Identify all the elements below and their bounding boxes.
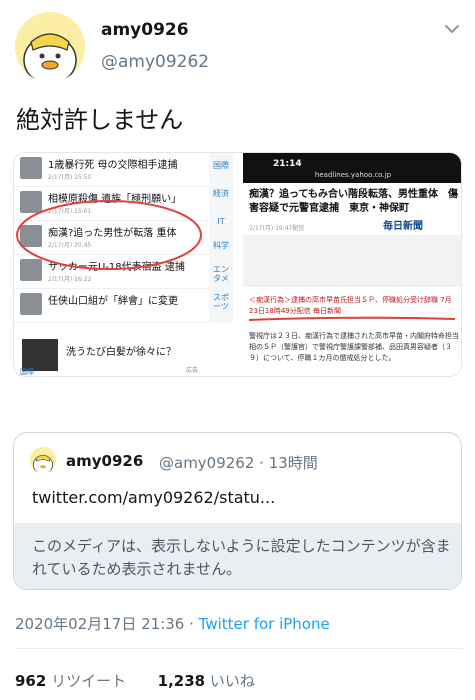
retweet-count[interactable]: 962: [15, 672, 46, 690]
separator-dot: ·: [184, 615, 199, 633]
news-title: 1歳暴行死 母の交際相手逮捕: [48, 160, 178, 171]
chevron-down-icon[interactable]: [443, 20, 461, 38]
news-list-screenshot[interactable]: 1歳暴行死 母の交際相手逮捕 2/17(月) 15:50 相模原殺傷 遺族「極刑…: [14, 153, 233, 376]
news-row: 1歳暴行死 母の交際相手逮捕 2/17(月) 15:50: [14, 153, 209, 187]
sensitive-media-notice: このメディアは、表示しないように設定したコンテンツが含まれているため表示されませ…: [14, 523, 461, 589]
quoted-link[interactable]: twitter.com/amy09262/statu...: [32, 488, 275, 507]
tweet-timestamp: 2020年02月17日 21:36: [15, 615, 185, 633]
news-row: 任侠山口組が「絆會」に変更: [14, 289, 209, 323]
category-tab: 国際: [213, 161, 229, 170]
category-tab: エンタメ: [213, 265, 229, 283]
tweet-header: amy0926 @amy09262: [0, 0, 475, 90]
publisher-logo: 毎日新聞: [383, 221, 423, 232]
news-meta: 2/17(月) 15:50: [48, 174, 92, 181]
like-count[interactable]: 1,238: [158, 672, 205, 690]
author-handle[interactable]: @amy09262: [101, 52, 209, 72]
red-circle-annotation-icon: [16, 200, 202, 270]
duck-avatar-icon: [30, 447, 56, 473]
news-thumbnail: [20, 293, 42, 315]
news-meta: 2/17(月) 16:22: [48, 276, 92, 283]
article-screenshot[interactable]: 21:14 headlines.yahoo.co.jp 痴漢？追ってもみ合い階段…: [243, 153, 461, 376]
tweet-source-link[interactable]: Twitter for iPhone: [199, 615, 330, 633]
phone-url: headlines.yahoo.co.jp: [314, 171, 392, 179]
red-underline-annotation-icon: [248, 316, 456, 321]
article-divider: [243, 235, 461, 287]
tweet-text: 絶対許しません: [16, 106, 184, 134]
category-tab: 経済: [213, 189, 229, 198]
article-subhead: ＜痴漢行為＞逮捕の高市早苗氏担当ＳＰ、停職処分受け辞職 7月23日18時49分配…: [249, 296, 452, 315]
category-tab: スポーツ: [213, 293, 229, 311]
article-date: 2/17(月) 19:47配信: [249, 225, 305, 232]
tweet-timestamp-line: 2020年02月17日 21:36 · Twitter for iPhone: [15, 613, 330, 634]
duck-avatar-icon: [15, 12, 85, 82]
quoted-handle-time: @amy09262 · 13時間: [159, 454, 318, 472]
news-thumbnail: [20, 157, 42, 179]
author-display-name[interactable]: amy0926: [101, 20, 189, 40]
phone-time: 21:14: [273, 159, 302, 169]
retweet-label[interactable]: リツイート: [51, 672, 126, 690]
phone-status-bar: 21:14 headlines.yahoo.co.jp: [243, 153, 461, 183]
article-title: 痴漢？追ってもみ合い階段転落、男性重体 傷害容疑で元警官逮捕 東京・神保町: [249, 189, 458, 214]
category-tab: 科学: [213, 241, 229, 250]
news-title: 任侠山口組が「絆會」に変更: [48, 296, 178, 307]
bottom-tab: 国際: [20, 368, 34, 376]
ad-row: 洗うたび白髪が徐々に？ 広告: [14, 335, 233, 375]
quoted-avatar: [30, 447, 56, 473]
ad-label: 広告: [186, 367, 199, 374]
category-tab: IT: [217, 217, 225, 226]
avatar[interactable]: [15, 12, 85, 82]
tweet-media[interactable]: 1歳暴行死 母の交際相手逮捕 2/17(月) 15:50 相模原殺傷 遺族「極刑…: [13, 152, 462, 377]
ad-title: 洗うたび白髪が徐々に？: [66, 347, 176, 358]
tweet-stats: 962 リツイート 1,238 いいね: [15, 670, 255, 691]
quoted-display-name: amy0926: [66, 452, 144, 470]
article-body: 警視庁は２３日、痴漢行為で逮捕された高市早苗・内閣府特命担当相のＳＰ（警護官）で…: [249, 332, 459, 362]
divider: [15, 648, 463, 649]
quoted-tweet[interactable]: amy0926 @amy09262 · 13時間 twitter.com/amy…: [13, 432, 462, 590]
like-label[interactable]: いいね: [210, 672, 255, 690]
sensitive-media-notice-text: このメディアは、表示しないように設定したコンテンツが含まれているため表示されませ…: [32, 537, 451, 578]
